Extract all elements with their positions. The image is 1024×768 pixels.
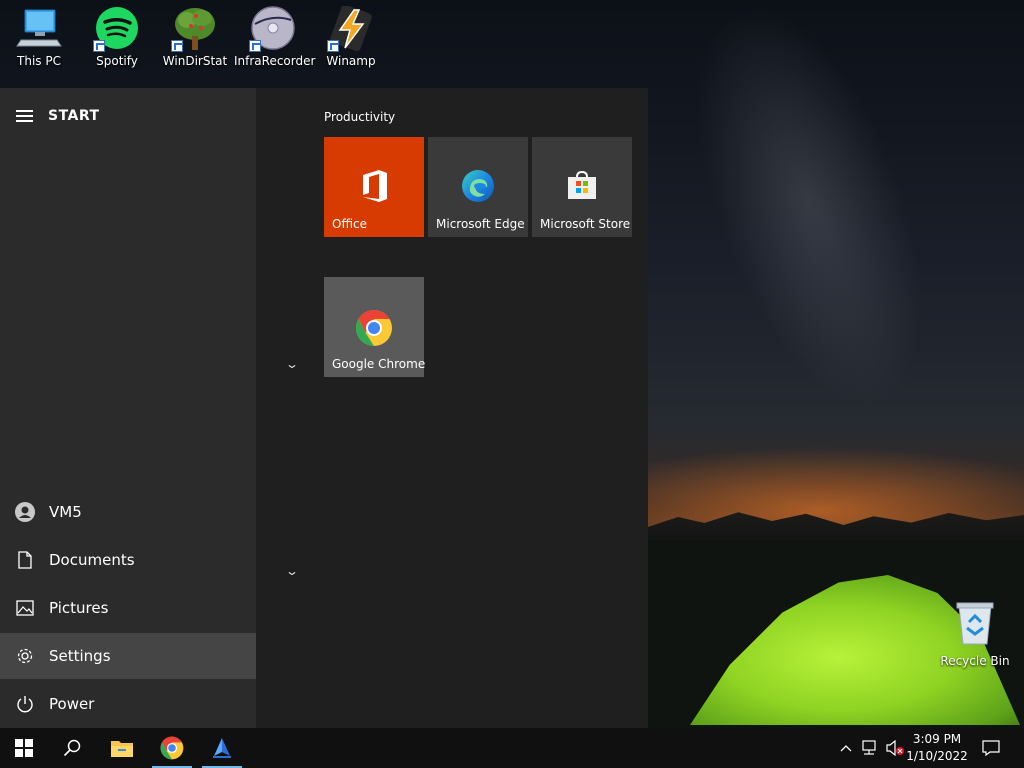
start-header: START bbox=[0, 88, 256, 144]
this-pc-icon bbox=[15, 6, 63, 52]
chrome-icon bbox=[355, 309, 393, 350]
nav-item-label: Pictures bbox=[49, 599, 109, 617]
shortcut-arrow-icon bbox=[93, 40, 105, 52]
power-icon bbox=[15, 694, 35, 714]
clock-time: 3:09 PM bbox=[912, 732, 962, 746]
shortcut-arrow-icon bbox=[327, 40, 339, 52]
tile-label: Office bbox=[332, 217, 368, 231]
shortcut-arrow-icon bbox=[249, 40, 261, 52]
tile-label: Google Chrome bbox=[332, 357, 426, 371]
nav-item-settings[interactable]: Settings bbox=[0, 633, 256, 679]
recycle-bin-icon bbox=[956, 602, 994, 645]
tile-label: Microsoft Store bbox=[540, 217, 631, 231]
tile-microsoft-store[interactable]: Microsoft Store bbox=[532, 137, 632, 237]
folder-icon bbox=[111, 741, 133, 757]
infrarecorder-disc-icon bbox=[249, 6, 297, 52]
desktop-icon-label: Recycle Bin bbox=[940, 654, 1010, 668]
desktop-icon-label: InfraRecorder bbox=[234, 54, 316, 68]
windirstat-tree-icon bbox=[171, 6, 219, 52]
desktop-icon-winamp[interactable]: Winamp bbox=[312, 4, 390, 68]
network-tray-button[interactable] bbox=[858, 728, 882, 768]
desktop-icon-label: This PC bbox=[17, 54, 61, 68]
store-bag-icon bbox=[566, 169, 598, 204]
taskbar: 3:09 PM 1/10/2022 bbox=[0, 728, 1024, 768]
taskbar-file-explorer[interactable] bbox=[98, 728, 146, 768]
nav-item-power[interactable]: Power bbox=[0, 681, 256, 727]
spotify-icon bbox=[93, 6, 141, 52]
document-icon bbox=[15, 550, 35, 570]
hamburger-menu-icon[interactable] bbox=[16, 110, 34, 122]
user-icon bbox=[15, 502, 35, 522]
taskbar-google-chrome[interactable] bbox=[148, 728, 196, 768]
tile-microsoft-edge[interactable]: Microsoft Edge bbox=[428, 137, 528, 237]
office-icon bbox=[359, 169, 389, 206]
edge-icon bbox=[461, 169, 495, 206]
search-button[interactable] bbox=[48, 728, 96, 768]
start-menu-nav-pane: START VM5 Documents Pictures Settings Po… bbox=[0, 88, 256, 728]
desktop-icon-label: Spotify bbox=[96, 54, 138, 68]
search-icon bbox=[63, 739, 81, 757]
taskbar-app-pinned[interactable] bbox=[198, 728, 246, 768]
network-icon bbox=[862, 740, 876, 755]
tile-office[interactable]: Office bbox=[324, 137, 424, 237]
desktop-icon-spotify[interactable]: Spotify bbox=[78, 6, 156, 68]
taskbar-clock[interactable]: 3:09 PM 1/10/2022 bbox=[902, 731, 972, 765]
tile-label: Microsoft Edge bbox=[436, 217, 525, 231]
clock-date: 1/10/2022 bbox=[906, 749, 968, 763]
desktop-icon-this-pc[interactable]: This PC bbox=[0, 6, 78, 68]
windows-logo-icon bbox=[15, 739, 33, 757]
chrome-icon bbox=[160, 736, 184, 760]
nav-item-label: Settings bbox=[49, 647, 111, 665]
start-title: START bbox=[48, 108, 100, 124]
tile-google-chrome[interactable]: Google Chrome bbox=[324, 277, 426, 377]
gear-icon bbox=[15, 646, 35, 666]
tile-group-label[interactable]: Productivity bbox=[324, 110, 395, 124]
shortcut-arrow-icon bbox=[171, 40, 183, 52]
desktop-icon-windirstat[interactable]: WinDirStat bbox=[156, 6, 234, 68]
desktop-icon-recycle-bin[interactable]: Recycle Bin bbox=[940, 600, 1010, 668]
nav-item-pictures[interactable]: Pictures bbox=[0, 585, 256, 631]
show-hidden-icons-button[interactable] bbox=[836, 728, 856, 768]
action-center-button[interactable] bbox=[978, 728, 1004, 768]
notification-icon bbox=[982, 740, 1000, 756]
nav-item-label: Power bbox=[49, 695, 95, 713]
desktop-icon-infrarecorder[interactable]: InfraRecorder bbox=[234, 6, 316, 68]
chevron-down-icon[interactable]: ⌄ bbox=[285, 357, 299, 371]
nav-item-label: VM5 bbox=[49, 503, 82, 521]
desktop-icon-label: WinDirStat bbox=[162, 54, 228, 68]
desktop-icon-label: Winamp bbox=[326, 54, 376, 68]
pictures-icon bbox=[15, 598, 35, 618]
wallpaper-mountains bbox=[648, 512, 1024, 545]
app-sail-icon bbox=[213, 738, 231, 758]
start-button[interactable] bbox=[0, 728, 48, 768]
winamp-bolt-icon bbox=[327, 4, 375, 52]
nav-item-documents[interactable]: Documents bbox=[0, 537, 256, 583]
nav-item-user[interactable]: VM5 bbox=[0, 489, 256, 535]
chevron-up-icon bbox=[840, 745, 852, 752]
chevron-down-icon[interactable]: ⌄ bbox=[285, 564, 299, 578]
nav-item-label: Documents bbox=[49, 551, 135, 569]
